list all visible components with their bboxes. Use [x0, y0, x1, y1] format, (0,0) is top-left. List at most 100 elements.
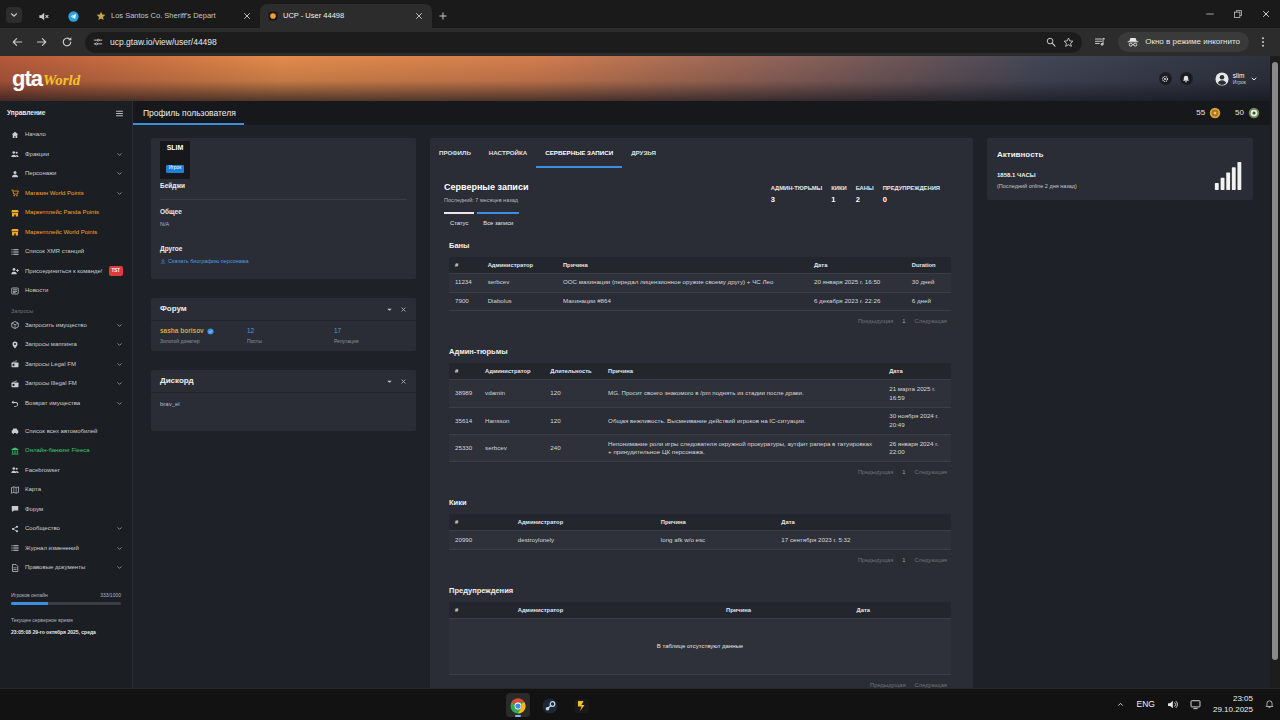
- tab-search-icon[interactable]: [6, 7, 22, 23]
- sidebar-label[interactable]: Запросы Illegal FM: [25, 379, 77, 388]
- clock-time[interactable]: 23:05: [1213, 694, 1253, 704]
- user-name[interactable]: slim: [1233, 72, 1246, 80]
- browser-tab[interactable]: Los Santos Co. Sheriff's Depart: [88, 4, 260, 28]
- sidebar-label[interactable]: Запросы Legal FM: [25, 360, 76, 369]
- column-header[interactable]: Duration: [906, 257, 951, 274]
- notifications-icon[interactable]: [1180, 72, 1193, 85]
- expand-chevron-icon[interactable]: [116, 545, 123, 552]
- expand-chevron-icon[interactable]: [116, 322, 123, 329]
- sidebar-item[interactable]: Возврат имущества: [0, 394, 132, 414]
- page-button[interactable]: 1: [902, 317, 905, 326]
- sidebar-label[interactable]: Онлайн-банкинг Fleeca: [25, 446, 90, 455]
- page-button[interactable]: 1: [902, 556, 905, 565]
- bookmark-star-icon[interactable]: [1063, 37, 1074, 48]
- window-close-icon[interactable]: [1252, 0, 1280, 28]
- collapse-icon[interactable]: [386, 306, 393, 313]
- expand-chevron-icon[interactable]: [116, 190, 123, 197]
- sidebar-label[interactable]: Фракции: [25, 150, 49, 159]
- collapse-icon[interactable]: [386, 378, 393, 385]
- expand-chevron-icon[interactable]: [116, 151, 123, 158]
- notification-icon[interactable]: [1265, 700, 1274, 709]
- sidebar-item[interactable]: Запросы Legal FM: [0, 355, 132, 375]
- profile-tab[interactable]: СЕРВЕРНЫЕ ЗАПИСИ: [536, 138, 622, 168]
- column-header[interactable]: Причина: [602, 363, 883, 380]
- sidebar-item[interactable]: Присоединиться к команде!TST: [0, 262, 132, 282]
- menu-dots-icon[interactable]: [1252, 31, 1274, 53]
- page-button[interactable]: 1: [902, 468, 905, 477]
- sidebar-label[interactable]: Новости: [25, 286, 48, 295]
- column-header[interactable]: #: [449, 514, 512, 531]
- sidebar-item[interactable]: Журнал изменений: [0, 539, 132, 559]
- profile-tab[interactable]: ПРОФИЛЬ: [430, 138, 480, 168]
- page-scrollbar[interactable]: [1270, 56, 1280, 688]
- column-header[interactable]: Администратор: [512, 514, 655, 531]
- restore-icon[interactable]: [1224, 0, 1252, 28]
- next-button[interactable]: Следующая: [915, 556, 947, 565]
- sidebar-item[interactable]: Запросить имущество: [0, 316, 132, 336]
- tab-title[interactable]: Los Santos Co. Sheriff's Depart: [111, 10, 237, 21]
- forward-arrow-icon[interactable]: [31, 31, 53, 53]
- sidebar-item[interactable]: Персонажи: [0, 164, 132, 184]
- taskbar-app[interactable]: [538, 693, 562, 717]
- column-header[interactable]: Дата: [883, 363, 951, 380]
- profile-tab[interactable]: НАСТРОЙКА: [480, 138, 536, 168]
- bio-download-link[interactable]: Скачать биографию персонажа: [160, 257, 407, 265]
- minimize-icon[interactable]: [1196, 0, 1224, 28]
- column-header[interactable]: Причина: [557, 257, 808, 274]
- sidebar-label[interactable]: Маркетплейс World Points: [25, 228, 97, 237]
- back-arrow-icon[interactable]: [6, 31, 28, 53]
- column-header[interactable]: Причина: [720, 602, 851, 619]
- reload-icon[interactable]: [56, 31, 78, 53]
- incognito-indicator[interactable]: Окно в режиме инкогнито: [1118, 32, 1249, 52]
- currency[interactable]: 55: [1196, 107, 1221, 119]
- sidebar-label[interactable]: Запросить имущество: [25, 321, 87, 330]
- sidebar-item[interactable]: Форум: [0, 500, 132, 520]
- sidebar-label[interactable]: Присоединиться к команде!: [25, 267, 103, 276]
- previous-button[interactable]: Предыдущая: [858, 556, 893, 565]
- previous-button[interactable]: Предыдущая: [858, 468, 893, 477]
- sidebar-item[interactable]: Запросы маппинга: [0, 335, 132, 355]
- column-header[interactable]: #: [449, 602, 512, 619]
- browser-tab[interactable]: UCP - User 44498: [260, 4, 432, 28]
- site-logo[interactable]: gtaWorld: [8, 66, 84, 92]
- clock[interactable]: 23:0529.10.2025: [1213, 694, 1253, 715]
- sidebar-label[interactable]: Список всех автомобилей: [25, 427, 97, 436]
- column-header[interactable]: Дата: [808, 257, 906, 274]
- sidebar-item[interactable]: Фракции: [0, 145, 132, 165]
- column-header[interactable]: #: [449, 363, 479, 380]
- currency[interactable]: 50: [1235, 107, 1260, 119]
- taskbar-app[interactable]: [570, 693, 594, 717]
- pinned-tab[interactable]: [58, 4, 88, 28]
- sidebar-item[interactable]: Запросы Illegal FM: [0, 374, 132, 394]
- sidebar-label[interactable]: Форум: [25, 505, 43, 514]
- sidebar-label[interactable]: Правовые документы: [25, 563, 85, 572]
- expand-chevron-icon[interactable]: [116, 361, 123, 368]
- sidebar-item[interactable]: Сообщество: [0, 519, 132, 539]
- input-language[interactable]: ENG: [1137, 698, 1155, 711]
- expand-chevron-icon[interactable]: [116, 341, 123, 348]
- sidebar-item[interactable]: Список всех автомобилей: [0, 422, 132, 442]
- settings-icon[interactable]: [1159, 72, 1172, 85]
- close-icon[interactable]: [400, 306, 407, 313]
- column-header[interactable]: Администратор: [479, 363, 544, 380]
- records-subtab[interactable]: Все записи: [477, 212, 519, 232]
- taskbar-app[interactable]: [506, 693, 530, 717]
- previous-button[interactable]: Предыдущая: [858, 317, 893, 326]
- sidebar-label[interactable]: Начало: [25, 130, 46, 139]
- close-icon[interactable]: [414, 11, 424, 21]
- sidebar-item[interactable]: Маркетплейс Panda Points: [0, 203, 132, 223]
- address-bar[interactable]: ucp.gtaw.io/view/user/44498: [85, 32, 1082, 53]
- sidebar-item[interactable]: Правовые документы: [0, 558, 132, 578]
- expand-chevron-icon[interactable]: [116, 380, 123, 387]
- sidebar-item[interactable]: Новости: [0, 281, 132, 301]
- logo-text[interactable]: gta: [12, 68, 42, 90]
- sidebar-label[interactable]: Список XMR станций: [25, 247, 84, 256]
- pinned-tab[interactable]: [28, 4, 58, 28]
- sidebar-item[interactable]: Список XMR станций: [0, 242, 132, 262]
- previous-button[interactable]: Предыдущая: [870, 681, 905, 688]
- media-controls-icon[interactable]: [1089, 31, 1111, 53]
- sidebar-item[interactable]: Facebrowser: [0, 461, 132, 481]
- new-tab-icon[interactable]: [432, 4, 454, 28]
- zoom-icon[interactable]: [1046, 37, 1056, 47]
- close-icon[interactable]: [400, 378, 407, 385]
